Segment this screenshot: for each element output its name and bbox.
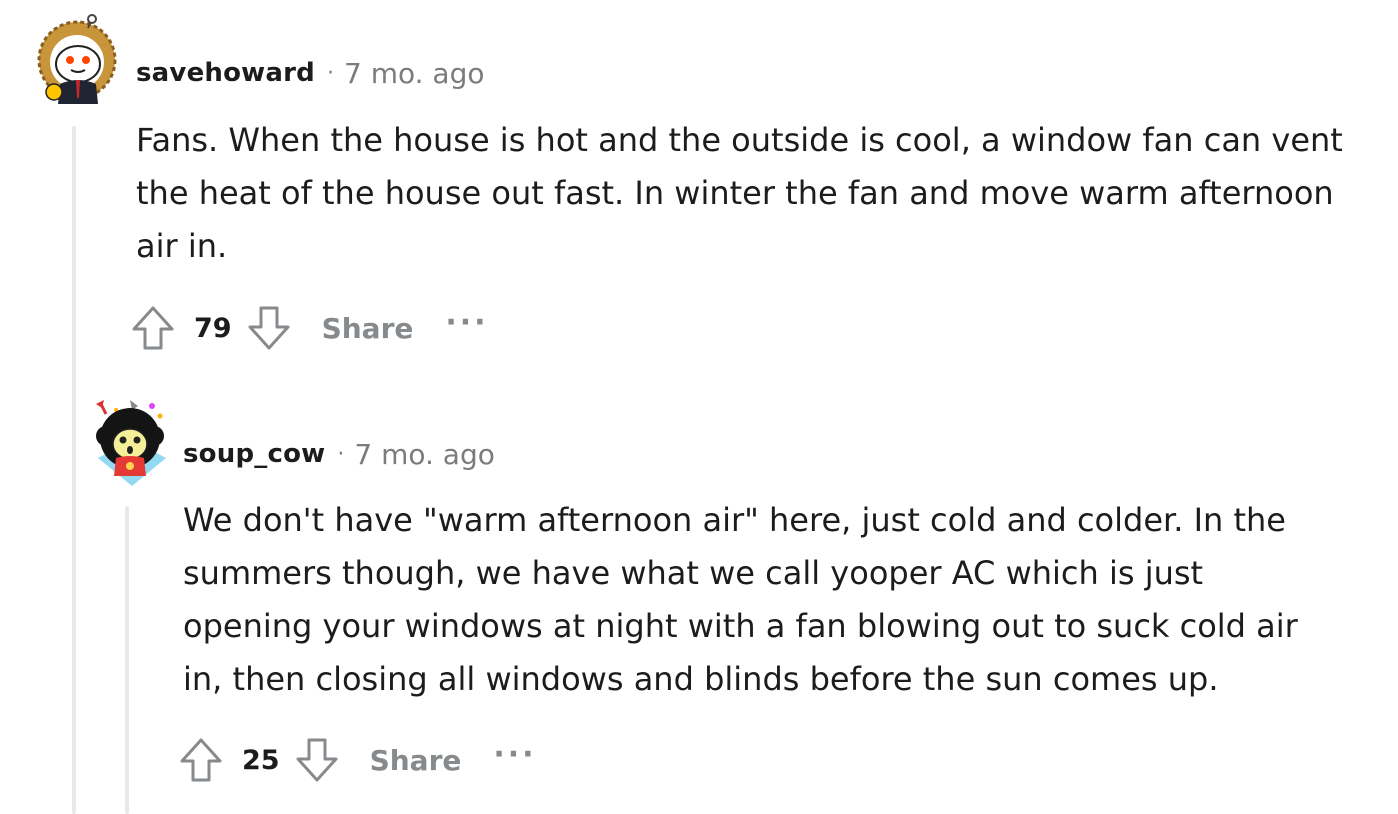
timestamp[interactable]: 7 mo. ago xyxy=(354,438,495,471)
comment-header: soup_cow · 7 mo. ago xyxy=(183,434,495,474)
username[interactable]: savehoward xyxy=(136,58,315,88)
separator-dot: · xyxy=(326,60,334,86)
thread-collapse-line[interactable] xyxy=(72,126,76,814)
reddit-snoo-avatar-icon xyxy=(96,400,166,486)
vote-score: 79 xyxy=(194,312,232,344)
timestamp[interactable]: 7 mo. ago xyxy=(344,57,485,90)
comment-text-line: We don't have "warm afternoon air" here,… xyxy=(183,501,1286,539)
comment-text-line: in, then closing all windows and blinds … xyxy=(183,660,1219,698)
comment-actions: 79 Share ··· xyxy=(130,304,489,352)
comment-text-line: summers though, we have what we call yoo… xyxy=(183,554,1204,592)
more-options-icon[interactable]: ··· xyxy=(493,737,536,772)
comment-body: We don't have "warm afternoon air" here,… xyxy=(183,494,1298,706)
comment-text-line: Fans. When the house is hot and the outs… xyxy=(136,121,1343,159)
comment-text-line: opening your windows at night with a fan… xyxy=(183,607,1298,645)
comment-actions: 25 Share ··· xyxy=(178,736,537,784)
reddit-snoo-avatar-icon xyxy=(37,14,117,104)
downvote-arrow-icon[interactable] xyxy=(246,305,292,351)
more-options-icon[interactable]: ··· xyxy=(445,305,488,340)
comment-text-line: air in. xyxy=(136,227,228,265)
upvote-arrow-icon[interactable] xyxy=(178,737,224,783)
upvote-arrow-icon[interactable] xyxy=(130,305,176,351)
share-button[interactable]: Share xyxy=(370,744,462,777)
downvote-arrow-icon[interactable] xyxy=(294,737,340,783)
user-avatar[interactable] xyxy=(92,396,172,486)
comment-body: Fans. When the house is hot and the outs… xyxy=(136,114,1343,273)
comment-header: savehoward · 7 mo. ago xyxy=(136,53,484,93)
comment-text-line: the heat of the house out fast. In winte… xyxy=(136,174,1334,212)
user-avatar[interactable] xyxy=(34,14,117,104)
share-button[interactable]: Share xyxy=(322,312,414,345)
thread-collapse-line[interactable] xyxy=(125,506,129,814)
separator-dot: · xyxy=(337,441,345,467)
username[interactable]: soup_cow xyxy=(183,439,325,469)
vote-score: 25 xyxy=(242,744,280,776)
